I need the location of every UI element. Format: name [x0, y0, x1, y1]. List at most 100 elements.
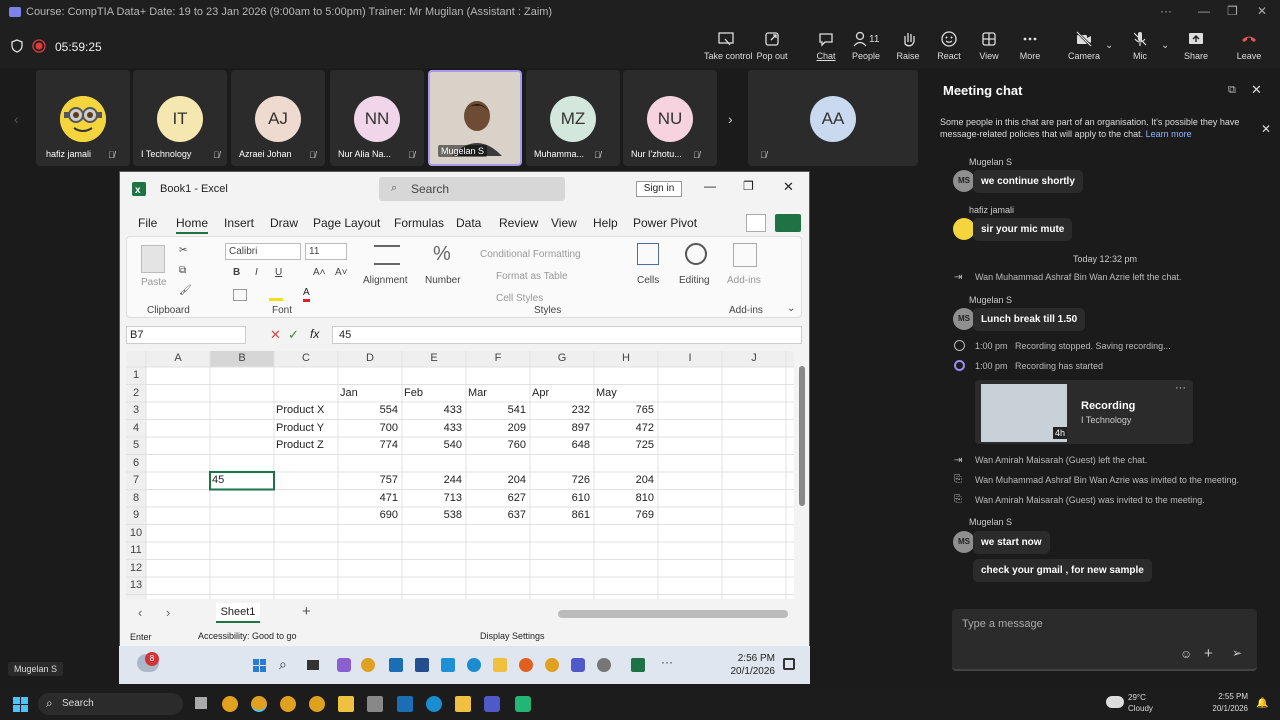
underline-button[interactable]: U: [275, 267, 282, 278]
people-button[interactable]: 11 People: [844, 30, 888, 66]
chrome-icon-active[interactable]: [251, 696, 267, 712]
tab-draw[interactable]: Draw: [270, 216, 298, 230]
row-header[interactable]: 4: [126, 422, 146, 434]
react-button[interactable]: React: [927, 30, 971, 66]
number-button[interactable]: Number: [425, 275, 461, 286]
more-button[interactable]: More: [1008, 30, 1052, 66]
column-header[interactable]: E: [402, 352, 466, 364]
teams-icon[interactable]: [571, 658, 585, 672]
row-header[interactable]: 11: [126, 544, 146, 556]
data-cell[interactable]: 637: [466, 509, 526, 521]
row-header[interactable]: 5: [126, 439, 146, 451]
excel-minimize-button[interactable]: —: [704, 179, 716, 193]
chrome-icon-2[interactable]: [545, 658, 559, 672]
data-cell[interactable]: 204: [466, 474, 526, 486]
start-icon[interactable]: [253, 659, 267, 678]
column-header[interactable]: I: [658, 352, 722, 364]
paste-icon[interactable]: [141, 245, 165, 273]
app-icon-3[interactable]: [515, 696, 531, 712]
data-cell[interactable]: 769: [594, 509, 654, 521]
row-header[interactable]: 3: [126, 404, 146, 416]
spreadsheet-grid[interactable]: A B C D E F G H I J 1 2 3 4 5 6 7 8 9 10 11 12 13 Jan Feb Mar Apr M…: [126, 351, 794, 599]
more-apps-icon[interactable]: ···: [661, 655, 673, 669]
data-cell[interactable]: 725: [594, 439, 654, 451]
participant-tile[interactable]: NU Nur I'zhotu... 🎙̸: [623, 70, 717, 166]
raise-hand-button[interactable]: Raise: [886, 30, 930, 66]
participant-tile[interactable]: AA 🎙̸: [748, 70, 918, 166]
excel-close-button[interactable]: ✕: [783, 179, 794, 195]
insert-function-icon[interactable]: fx: [310, 327, 319, 341]
data-cell[interactable]: 541: [466, 404, 526, 416]
display-settings-button[interactable]: Display Settings: [480, 631, 545, 641]
view-button[interactable]: View: [967, 30, 1011, 66]
participants-next-icon[interactable]: ›: [728, 111, 733, 127]
attach-plus-icon[interactable]: +: [1204, 645, 1213, 662]
leave-button[interactable]: Leave: [1227, 30, 1271, 66]
month-header-cell[interactable]: Feb: [404, 387, 464, 399]
camera-options-chevron-icon[interactable]: ⌄: [1105, 40, 1113, 51]
notifications-icon[interactable]: [783, 658, 795, 670]
conditional-formatting-button[interactable]: Conditional Formatting: [480, 249, 581, 260]
addins-button[interactable]: Add-ins: [727, 275, 761, 286]
take-control-button[interactable]: Take control: [704, 30, 753, 66]
settings-icon[interactable]: [597, 658, 611, 672]
file-explorer-icon[interactable]: [493, 658, 507, 672]
tab-view[interactable]: View: [551, 216, 577, 230]
notes-icon[interactable]: [455, 696, 471, 712]
column-header[interactable]: H: [594, 352, 658, 364]
dismiss-notice-icon[interactable]: ✕: [1261, 122, 1271, 136]
sign-in-button[interactable]: Sign in: [636, 181, 682, 197]
sheet-tab[interactable]: Sheet1: [216, 603, 260, 623]
data-cell[interactable]: 861: [530, 509, 590, 521]
camera-button[interactable]: Camera: [1062, 30, 1106, 66]
mic-button[interactable]: Mic: [1118, 30, 1162, 66]
notifications-bell-icon[interactable]: 🔔: [1256, 698, 1268, 709]
data-cell[interactable]: 433: [402, 404, 462, 416]
increase-font-icon[interactable]: A˄: [313, 267, 326, 278]
column-header[interactable]: A: [146, 352, 210, 364]
row-header[interactable]: 12: [126, 562, 146, 574]
column-header[interactable]: G: [530, 352, 594, 364]
font-color-icon[interactable]: A: [303, 287, 310, 302]
tab-insert[interactable]: Insert: [224, 216, 254, 230]
maximize-button[interactable]: ❐: [1227, 4, 1238, 18]
italic-button[interactable]: I: [255, 267, 258, 278]
learn-more-link[interactable]: Learn more: [1146, 129, 1192, 139]
percent-icon[interactable]: %: [433, 243, 451, 266]
recording-more-icon[interactable]: ···: [1175, 382, 1186, 394]
product-label-cell[interactable]: Product X: [276, 404, 336, 416]
data-cell[interactable]: 472: [594, 422, 654, 434]
column-header[interactable]: C: [274, 352, 338, 364]
data-cell[interactable]: 540: [402, 439, 462, 451]
row-header[interactable]: 6: [126, 457, 146, 469]
cells-button[interactable]: Cells: [637, 275, 659, 286]
column-header[interactable]: B: [210, 352, 274, 364]
column-header[interactable]: D: [338, 352, 402, 364]
data-cell[interactable]: 774: [338, 439, 398, 451]
alignment-icon[interactable]: [374, 245, 400, 265]
data-cell[interactable]: 610: [530, 492, 590, 504]
app-icon[interactable]: [367, 696, 383, 712]
edge-icon[interactable]: [426, 696, 442, 712]
chrome-icon[interactable]: [222, 696, 238, 712]
excel-search-box[interactable]: ⌕ Search: [379, 177, 565, 201]
font-name-select[interactable]: Calibri: [225, 243, 301, 260]
data-cell[interactable]: 538: [402, 509, 462, 521]
chat-message[interactable]: we start now: [973, 531, 1050, 554]
vertical-scroll-thumb[interactable]: [799, 366, 805, 506]
tab-help[interactable]: Help: [593, 216, 618, 230]
minimize-button[interactable]: —: [1198, 4, 1210, 18]
vertical-scrollbar[interactable]: [798, 354, 806, 602]
month-header-cell[interactable]: May: [596, 387, 656, 399]
confirm-entry-icon[interactable]: ✓: [288, 327, 299, 343]
send-icon[interactable]: ➢: [1232, 646, 1242, 660]
cell-styles-button[interactable]: Cell Styles: [496, 293, 543, 304]
tab-power-pivot[interactable]: Power Pivot: [633, 216, 697, 230]
participant-tile[interactable]: NN Nur Alia Na... 🎙̸: [330, 70, 424, 166]
copy-icon[interactable]: ⧉: [179, 265, 186, 276]
emoji-icon[interactable]: ☺: [1180, 647, 1192, 661]
row-header[interactable]: 10: [126, 527, 146, 539]
chat-message[interactable]: we continue shortly: [973, 170, 1083, 193]
add-sheet-button[interactable]: +: [302, 603, 311, 620]
chat-button[interactable]: Chat: [804, 30, 848, 66]
